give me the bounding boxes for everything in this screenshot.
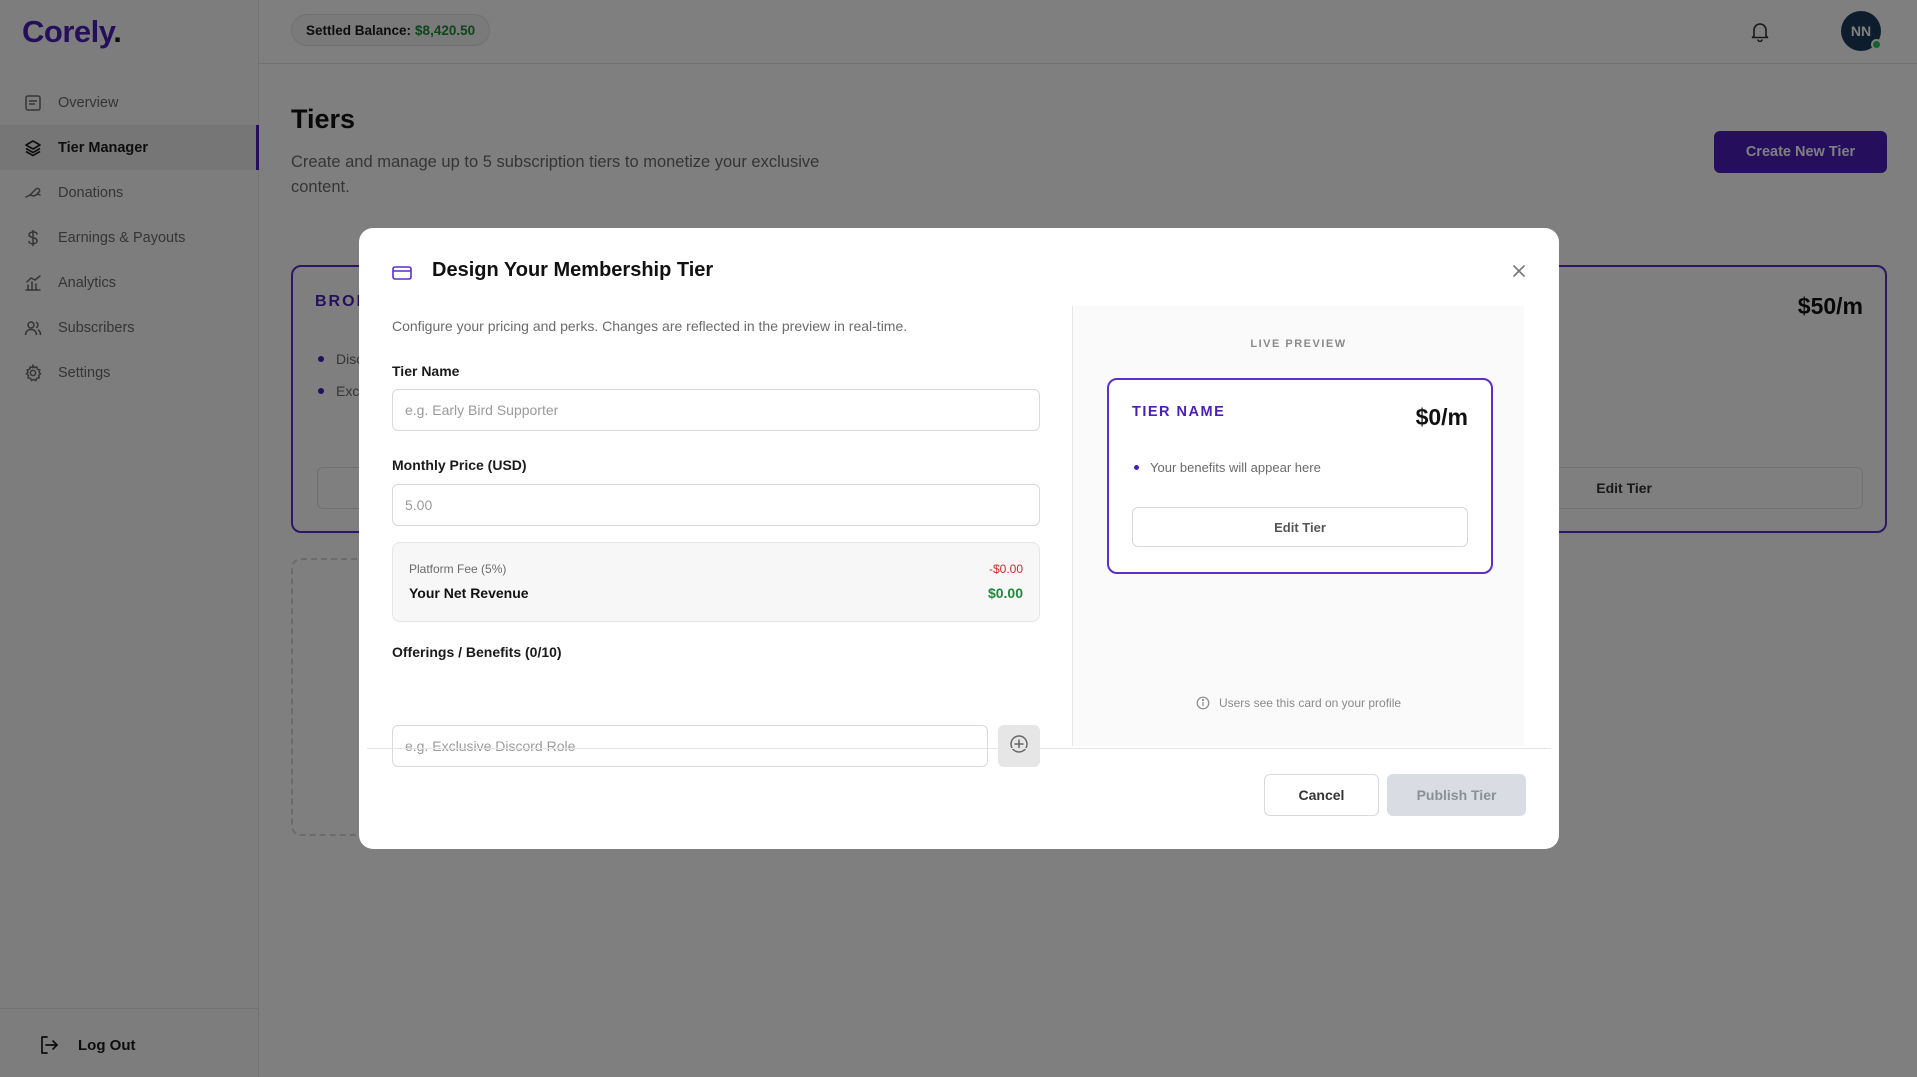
- preview-note: Users see this card on your profile: [1073, 696, 1524, 710]
- cancel-button[interactable]: Cancel: [1264, 774, 1379, 816]
- net-revenue-label: Your Net Revenue: [409, 585, 529, 601]
- preview-tier-name: TIER NAME: [1132, 404, 1226, 420]
- preview-edit-button[interactable]: Edit Tier: [1132, 507, 1468, 547]
- live-preview-label: LIVE PREVIEW: [1250, 338, 1347, 350]
- tier-name-label: Tier Name: [392, 363, 460, 379]
- plus-circle-icon: [1009, 734, 1029, 759]
- modal-title: Design Your Membership Tier: [432, 259, 714, 281]
- revenue-summary: Platform Fee (5%) -$0.00 Your Net Revenu…: [392, 542, 1040, 622]
- publish-tier-button[interactable]: Publish Tier: [1387, 774, 1526, 816]
- preview-note-text: Users see this card on your profile: [1218, 696, 1402, 710]
- tier-form: Configure your pricing and perks. Change…: [392, 318, 1040, 767]
- footer-divider: [367, 748, 1551, 749]
- monthly-price-label: Monthly Price (USD): [392, 457, 527, 473]
- live-preview-panel: LIVE PREVIEW TIER NAME $0/m Your benefit…: [1073, 306, 1524, 746]
- preview-perk: Your benefits will appear here: [1134, 460, 1321, 475]
- preview-tier-price: $0/m: [1415, 404, 1468, 430]
- modal-subtitle: Configure your pricing and perks. Change…: [392, 318, 908, 334]
- close-icon[interactable]: [1509, 261, 1529, 281]
- offering-input[interactable]: [392, 725, 988, 767]
- add-offering-button[interactable]: [998, 725, 1040, 767]
- offerings-label: Offerings / Benefits (0/10): [392, 644, 562, 660]
- monthly-price-input[interactable]: [392, 484, 1040, 526]
- net-revenue-value: $0.00: [987, 585, 1023, 601]
- tier-name-input[interactable]: [392, 389, 1040, 431]
- credit-card-icon: [391, 262, 413, 284]
- preview-tier-card: TIER NAME $0/m Your benefits will appear…: [1107, 378, 1493, 574]
- info-icon: [1196, 696, 1210, 710]
- design-tier-modal: Design Your Membership Tier Configure yo…: [359, 228, 1559, 849]
- platform-fee-label: Platform Fee (5%): [409, 562, 507, 576]
- platform-fee-value: -$0.00: [988, 562, 1023, 576]
